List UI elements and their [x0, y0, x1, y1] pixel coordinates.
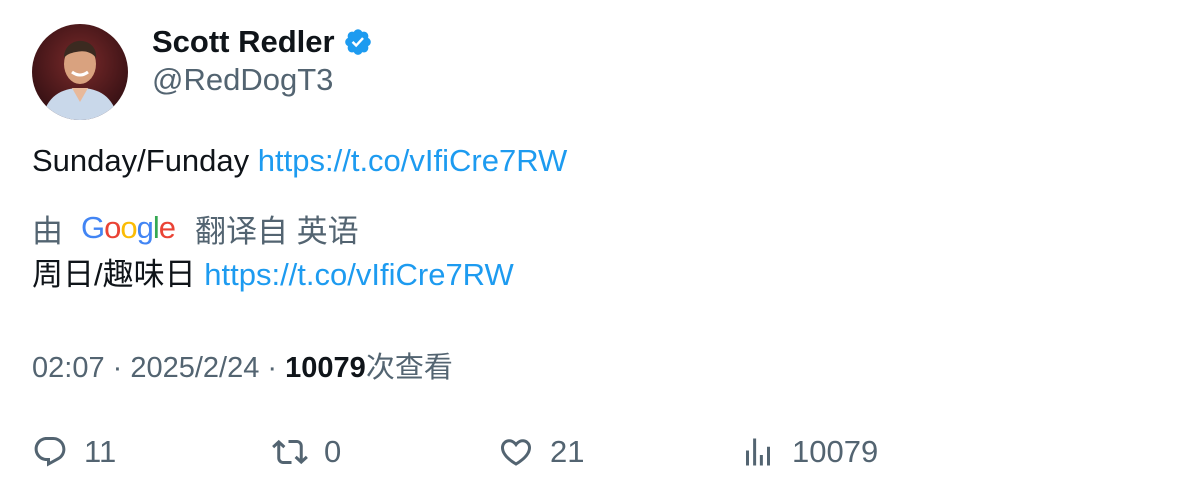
- reply-count: 11: [84, 434, 117, 469]
- translation-prefix: 由: [32, 213, 63, 249]
- retweet-count: 0: [324, 434, 342, 469]
- views-label: 次查看: [365, 352, 453, 384]
- reply-icon: [34, 437, 66, 467]
- author-handle[interactable]: @RedDogT3: [152, 62, 333, 98]
- like-count: 21: [550, 434, 585, 469]
- tweet-link[interactable]: https://t.co/vIfiCre7RW: [258, 143, 568, 178]
- reply-button[interactable]: 11: [32, 430, 116, 474]
- analytics-icon: [746, 438, 770, 466]
- tweet-date[interactable]: 2025/2/24: [130, 352, 259, 384]
- meta-separator: ·: [104, 352, 131, 384]
- translated-link[interactable]: https://t.co/vIfiCre7RW: [204, 257, 514, 292]
- tweet-text: Sunday/Funday https://t.co/vIfiCre7RW: [32, 140, 567, 182]
- verified-badge-icon[interactable]: [343, 27, 373, 57]
- avatar-photo: [32, 24, 128, 120]
- author-avatar[interactable]: [32, 24, 128, 120]
- heart-icon: [500, 439, 532, 466]
- translated-body: 周日/趣味日: [32, 257, 196, 292]
- views-count: 10079: [285, 352, 366, 384]
- views-button[interactable]: 10079: [740, 430, 878, 474]
- translation-suffix: 翻译自 英语: [195, 213, 359, 249]
- tweet-time[interactable]: 02:07: [32, 352, 105, 384]
- like-button[interactable]: 21: [498, 430, 584, 474]
- tweet-body: Sunday/Funday: [32, 143, 250, 178]
- google-logo: Google: [81, 210, 176, 245]
- translation-attribution[interactable]: 由 Google 翻译自 英语: [32, 206, 359, 250]
- views-action-count: 10079: [792, 434, 879, 469]
- author-display-name[interactable]: Scott Redler: [152, 24, 335, 60]
- retweet-icon: [272, 439, 308, 465]
- meta-separator: ·: [259, 352, 286, 384]
- tweet-meta: 02:07 · 2025/2/24 · 10079次查看: [32, 344, 453, 386]
- retweet-button[interactable]: 0: [272, 430, 341, 474]
- translated-text: 周日/趣味日 https://t.co/vIfiCre7RW: [32, 254, 514, 296]
- author-name-row: Scott Redler: [152, 22, 373, 62]
